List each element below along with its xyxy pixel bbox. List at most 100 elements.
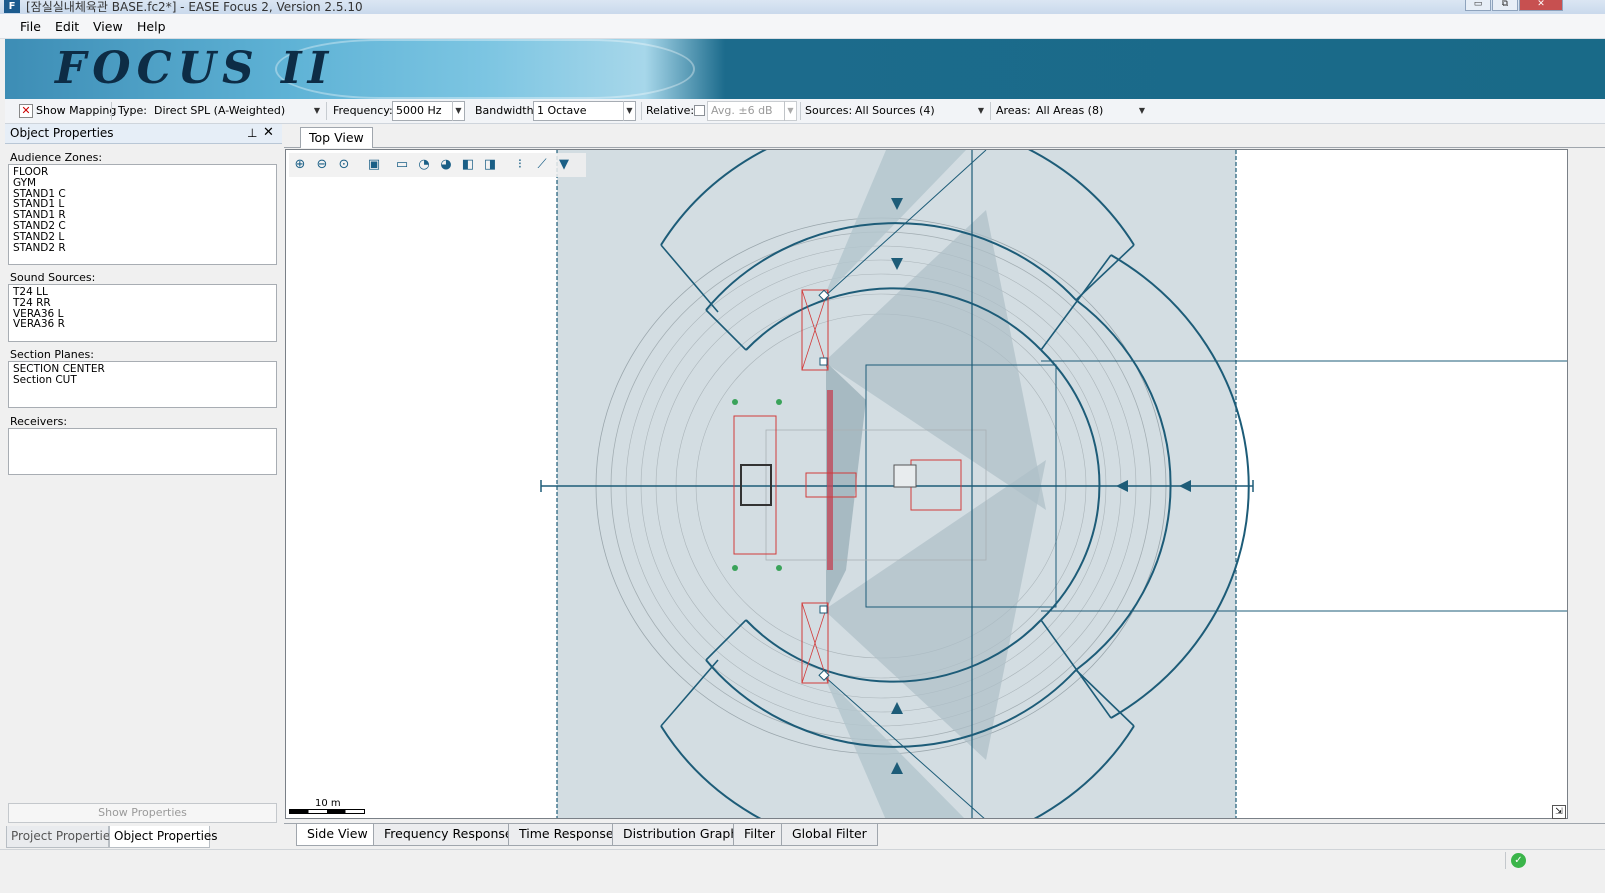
tab-distribution-graph[interactable]: Distribution Graph bbox=[612, 824, 750, 846]
sources-label: Sources: bbox=[805, 104, 853, 117]
relative-label: Relative: bbox=[646, 104, 695, 117]
receivers-label: Receivers: bbox=[10, 415, 68, 428]
select-region-icon[interactable]: ▣ bbox=[365, 156, 383, 174]
sound-sources-label: Sound Sources: bbox=[10, 271, 96, 284]
pin-icon[interactable]: ⊥ bbox=[247, 126, 257, 140]
window-bottom-edge bbox=[0, 871, 1605, 893]
relative-checkbox[interactable] bbox=[694, 105, 705, 116]
bandwidth-label: Bandwidth: bbox=[475, 104, 538, 117]
zoom-out-icon[interactable]: ⊖ bbox=[313, 156, 331, 174]
status-bar: ✓ bbox=[0, 849, 1605, 871]
minimize-button[interactable]: ▭ bbox=[1465, 0, 1491, 11]
banner-graphic bbox=[275, 39, 695, 99]
list-item[interactable]: FLOOR bbox=[13, 167, 272, 178]
list-item[interactable]: Section CUT bbox=[13, 374, 272, 386]
areas-label: Areas: bbox=[996, 104, 1031, 117]
section-planes-list[interactable]: SECTION CENTER Section CUT bbox=[8, 361, 277, 408]
arc-zone-icon[interactable]: ◕ bbox=[437, 156, 455, 174]
areas-select[interactable]: All Areas (8) bbox=[1032, 101, 1142, 121]
speaker-icon[interactable]: ▼ bbox=[555, 156, 573, 174]
list-item[interactable]: T24 LL bbox=[13, 287, 272, 298]
menu-file[interactable]: File bbox=[20, 19, 41, 34]
tab-filter[interactable]: Filter bbox=[733, 824, 786, 846]
menu-view[interactable]: View bbox=[93, 19, 123, 34]
marker-dot bbox=[732, 565, 738, 571]
show-mapping-icon: ✕ bbox=[19, 104, 33, 118]
tab-global-filter[interactable]: Global Filter bbox=[781, 824, 878, 846]
panel-title: Object Properties bbox=[10, 126, 114, 140]
menu-bar: File Edit View Help bbox=[0, 14, 1605, 39]
scale-label: 10 m bbox=[315, 798, 341, 809]
status-separator bbox=[1505, 852, 1506, 869]
audience-zones-list[interactable]: FLOOR GYM STAND1 C STAND1 L STAND1 R STA… bbox=[8, 164, 277, 265]
toolbar-separator bbox=[800, 102, 801, 120]
view-tools: ⊕ ⊖ ⊙ ▣ ▭ ◔ ◕ ◧ ◨ ⁝ ⟋ ▼ bbox=[289, 153, 586, 177]
bandwidth-select[interactable]: 1 Octave bbox=[533, 101, 636, 121]
status-ok-icon: ✓ bbox=[1511, 853, 1526, 868]
panel-header: Object Properties ⊥ ✕ bbox=[5, 124, 282, 144]
menu-help[interactable]: Help bbox=[137, 19, 166, 34]
marker-dot bbox=[776, 399, 782, 405]
toolbar-separator bbox=[990, 102, 991, 120]
toolbar-separator bbox=[326, 102, 327, 120]
source-icon bbox=[893, 464, 917, 488]
scale-ruler bbox=[289, 809, 365, 814]
top-view-canvas[interactable]: ⊕ ⊖ ⊙ ▣ ▭ ◔ ◕ ◧ ◨ ⁝ ⟋ ▼ 10 m bbox=[285, 149, 1568, 819]
chevron-down-icon[interactable]: ▼ bbox=[1136, 101, 1148, 121]
sector-zone-icon[interactable]: ◔ bbox=[415, 156, 433, 174]
tab-top-view[interactable]: Top View bbox=[300, 127, 373, 148]
line-array-icon[interactable]: ⁝ bbox=[511, 156, 529, 174]
analysis-tabs: Side View Frequency Response Time Respon… bbox=[284, 823, 1605, 847]
polygon-zone-icon[interactable]: ◨ bbox=[481, 156, 499, 174]
zoom-in-icon[interactable]: ⊕ bbox=[291, 156, 309, 174]
sources-select[interactable]: All Sources (4) bbox=[851, 101, 981, 121]
marker-dot bbox=[776, 565, 782, 571]
tab-frequency-response[interactable]: Frequency Response bbox=[373, 824, 524, 846]
source-marker bbox=[819, 357, 828, 366]
show-mapping-button[interactable]: Show Mapping bbox=[36, 104, 116, 117]
toolbar-separator bbox=[641, 102, 642, 120]
close-window-button[interactable]: ✕ bbox=[1519, 0, 1563, 11]
zoom-fit-icon[interactable]: ⊙ bbox=[335, 156, 353, 174]
scale-bar: 10 m bbox=[289, 798, 367, 814]
chevron-down-icon[interactable]: ▼ bbox=[623, 101, 635, 121]
section-planes-label: Section Planes: bbox=[10, 348, 94, 361]
tab-side-view[interactable]: Side View bbox=[296, 824, 379, 846]
mapping-toolbar: ✕ Show Mapping Type: Direct SPL (A-Weigh… bbox=[5, 99, 1605, 124]
frequency-label: Frequency: bbox=[333, 104, 393, 117]
source-marker bbox=[819, 605, 828, 614]
app-logo: FOCUS II bbox=[55, 43, 335, 94]
trapezoid-zone-icon[interactable]: ◧ bbox=[459, 156, 477, 174]
venue-plan[interactable] bbox=[286, 150, 1568, 819]
type-select[interactable]: Direct SPL (A-Weighted) bbox=[150, 101, 317, 121]
object-properties-panel: Object Properties ⊥ ✕ Audience Zones: FL… bbox=[5, 124, 282, 848]
list-item[interactable]: T24 RR bbox=[13, 297, 272, 309]
marker-dot bbox=[732, 399, 738, 405]
rectangle-zone-icon[interactable]: ▭ bbox=[393, 156, 411, 174]
tab-time-response[interactable]: Time Response bbox=[508, 824, 625, 846]
list-item[interactable]: GYM bbox=[13, 177, 272, 189]
receivers-list[interactable] bbox=[8, 428, 277, 475]
sound-sources-list[interactable]: T24 LL T24 RR VERA36 L VERA36 R bbox=[8, 284, 277, 342]
banner: FOCUS II bbox=[5, 39, 1605, 99]
chevron-down-icon[interactable]: ▼ bbox=[311, 101, 323, 121]
window-title: [잠실실내체육관 BASE.fc2*] - EASE Focus 2, Vers… bbox=[26, 0, 363, 14]
maximize-button[interactable]: ⧉ bbox=[1492, 0, 1518, 11]
show-properties-button[interactable]: Show Properties bbox=[8, 803, 277, 823]
chevron-down-icon[interactable]: ▼ bbox=[452, 101, 464, 121]
chevron-down-icon[interactable]: ▼ bbox=[784, 101, 796, 121]
title-bar: F [잠실실내체육관 BASE.fc2*] - EASE Focus 2, Ve… bbox=[0, 0, 1605, 14]
speaker-column bbox=[827, 390, 833, 570]
list-item[interactable]: STAND2 R bbox=[13, 242, 272, 254]
tab-project-properties[interactable]: Project Properties bbox=[6, 826, 117, 848]
tab-object-properties[interactable]: Object Properties bbox=[109, 826, 218, 848]
menu-edit[interactable]: Edit bbox=[55, 19, 79, 34]
app-icon: F bbox=[4, 0, 20, 13]
resize-corner-icon[interactable]: ⇲ bbox=[1552, 805, 1566, 819]
list-item[interactable]: VERA36 R bbox=[13, 319, 272, 330]
measure-icon[interactable]: ⟋ bbox=[533, 156, 551, 174]
list-item[interactable]: STAND2 L bbox=[13, 231, 272, 243]
audience-zones-label: Audience Zones: bbox=[10, 151, 103, 164]
chevron-down-icon[interactable]: ▼ bbox=[975, 101, 987, 121]
close-icon[interactable]: ✕ bbox=[263, 125, 274, 140]
